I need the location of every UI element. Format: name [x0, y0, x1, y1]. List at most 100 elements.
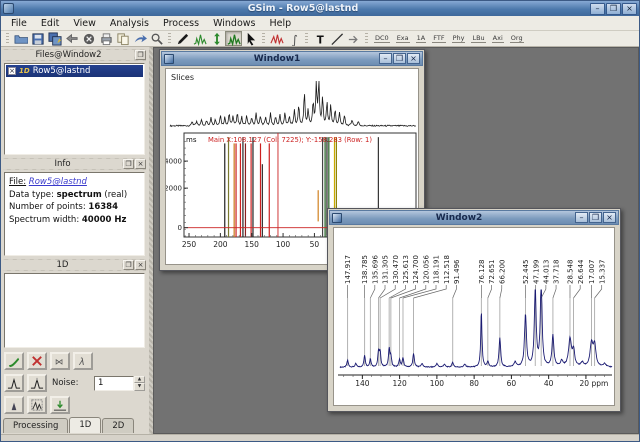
process-1a-button[interactable]: 1A [416, 34, 427, 43]
toolbar-grip[interactable] [365, 33, 368, 45]
save-button[interactable] [29, 31, 46, 46]
lambda-script-button[interactable]: λ [73, 352, 93, 370]
toolbar-grip[interactable] [262, 33, 265, 45]
text-tool-icon: T [313, 32, 327, 46]
minimize-button[interactable]: – [590, 3, 605, 15]
process-ftf-button[interactable]: FTF [432, 34, 445, 43]
cursor-arrow-button[interactable] [242, 31, 259, 46]
window2-minimize-button[interactable]: – [575, 212, 588, 223]
peak-label: 17.007 [588, 260, 596, 285]
window1-restore-button[interactable]: ❒ [393, 53, 406, 64]
files-panel-float-button[interactable]: ❐ [135, 50, 146, 60]
process-dc0-button[interactable]: DC0 [374, 34, 390, 43]
open-folder-icon [14, 32, 28, 46]
pan-arrow-button[interactable] [345, 31, 362, 46]
spectrum-green-button[interactable] [191, 31, 208, 46]
toolbar: ∫ T DC0 Exa 1A FTF Phy LBu Axi Org [1, 31, 639, 47]
peak-fit-button[interactable] [27, 374, 47, 392]
peak-label: 147.917 [344, 255, 352, 284]
peak-label-connector [453, 285, 457, 298]
spectrum-trace [340, 290, 612, 368]
pen-green-button[interactable] [4, 352, 24, 370]
window2-restore-button[interactable]: ❒ [589, 212, 602, 223]
noise-spinbox[interactable]: 1 ▲▼ [94, 376, 145, 391]
files-list[interactable]: × 1D Row5@lastnd [4, 63, 145, 155]
toolbar-grip[interactable] [168, 33, 171, 45]
menu-edit[interactable]: Edit [34, 17, 66, 30]
tab-2d[interactable]: 2D [102, 418, 134, 433]
spectrum-select-button[interactable] [225, 31, 242, 46]
noise-up-button[interactable]: ▲ [134, 376, 145, 384]
text-tool-button[interactable]: T [311, 31, 328, 46]
window1-close-button[interactable]: × [407, 53, 420, 64]
open-folder-button[interactable] [12, 31, 29, 46]
window2-close-button[interactable]: × [603, 212, 616, 223]
undo-arrow-button[interactable] [63, 31, 80, 46]
save-all-button[interactable] [46, 31, 63, 46]
tab-1d[interactable]: 1D [69, 417, 101, 433]
process-org-button[interactable]: Org [510, 34, 524, 43]
x-tick-label: 20 ppm [580, 379, 609, 388]
multiplet-button[interactable]: ⋈ [50, 352, 70, 370]
zoom-magnifier-button[interactable] [148, 31, 165, 46]
process-lbu-button[interactable]: LBu [471, 34, 485, 43]
x-tick-label: 40 [544, 379, 554, 388]
marker-pen-icon [176, 32, 190, 46]
peak-fit-icon [30, 376, 44, 390]
window2-titlebar[interactable]: Window2 – ❒ × [329, 210, 619, 225]
integral-button[interactable]: ∫ [285, 31, 302, 46]
marker-pen-button[interactable] [174, 31, 191, 46]
process-phy-button[interactable]: Phy [452, 34, 466, 43]
file-list-item[interactable]: × 1D Row5@lastnd [6, 65, 143, 77]
menu-windows[interactable]: Windows [206, 17, 262, 30]
baseline-green-button[interactable] [50, 396, 70, 414]
peak-label: 76.128 [478, 260, 486, 285]
menu-help[interactable]: Help [262, 17, 298, 30]
process-axi-button[interactable]: Axi [492, 34, 504, 43]
tab-processing[interactable]: Processing [3, 418, 68, 433]
noise-value[interactable]: 1 [94, 376, 134, 391]
line-tool-button[interactable] [328, 31, 345, 46]
window1-minimize-button[interactable]: – [379, 53, 392, 64]
fit-vertical-button[interactable] [208, 31, 225, 46]
x-tick-label: 60 [507, 379, 517, 388]
peak-label-connector [488, 285, 492, 298]
info-panel-header: Info ❐ × [3, 158, 146, 170]
info-panel-close-button[interactable]: × [135, 159, 146, 169]
x-tick-label: 150 [245, 240, 260, 249]
stop-button[interactable] [80, 31, 97, 46]
info-points-line: Number of points: 16384 [9, 201, 140, 214]
peak-pick-button[interactable] [4, 374, 24, 392]
peak-label: 138.785 [361, 255, 369, 284]
menu-file[interactable]: File [4, 17, 34, 30]
titlebar: GSim - Row5@lastnd – ❒ × [1, 1, 639, 16]
child-window-2[interactable]: Window2 – ❒ × 147.917138.785135.696131.3… [327, 208, 621, 412]
peaks-red-button[interactable] [268, 31, 285, 46]
maximize-button[interactable]: ❒ [606, 3, 621, 15]
toolbar-grip[interactable] [6, 33, 9, 45]
print-icon [99, 32, 113, 46]
menu-process[interactable]: Process [156, 17, 206, 30]
noise-down-button[interactable]: ▼ [134, 383, 145, 391]
peak-label-connector [500, 285, 502, 298]
file-checkbox[interactable]: × [8, 67, 16, 75]
window2-plot-area[interactable]: 147.917138.785135.696131.305130.470125.6… [333, 227, 615, 406]
cross-red-button[interactable] [27, 352, 47, 370]
menu-analysis[interactable]: Analysis [103, 17, 156, 30]
info-file-value[interactable]: Row5@lastnd [29, 177, 87, 187]
export-blue-button[interactable] [131, 31, 148, 46]
print-button[interactable] [97, 31, 114, 46]
window1-titlebar[interactable]: Window1 – ❒ × [161, 51, 423, 66]
copy-button[interactable] [114, 31, 131, 46]
peak-region-button[interactable] [27, 396, 47, 414]
peak-region-icon [30, 398, 44, 412]
menu-view[interactable]: View [66, 17, 103, 30]
1d-panel-float-button[interactable]: ❐ [123, 260, 134, 270]
close-button[interactable]: × [622, 3, 637, 15]
peak-label: 124.700 [412, 255, 420, 284]
peak-solid-button[interactable] [4, 396, 24, 414]
info-panel-float-button[interactable]: ❐ [123, 159, 134, 169]
toolbar-grip[interactable] [305, 33, 308, 45]
1d-panel-close-button[interactable]: × [135, 260, 146, 270]
process-exa-button[interactable]: Exa [396, 34, 410, 43]
